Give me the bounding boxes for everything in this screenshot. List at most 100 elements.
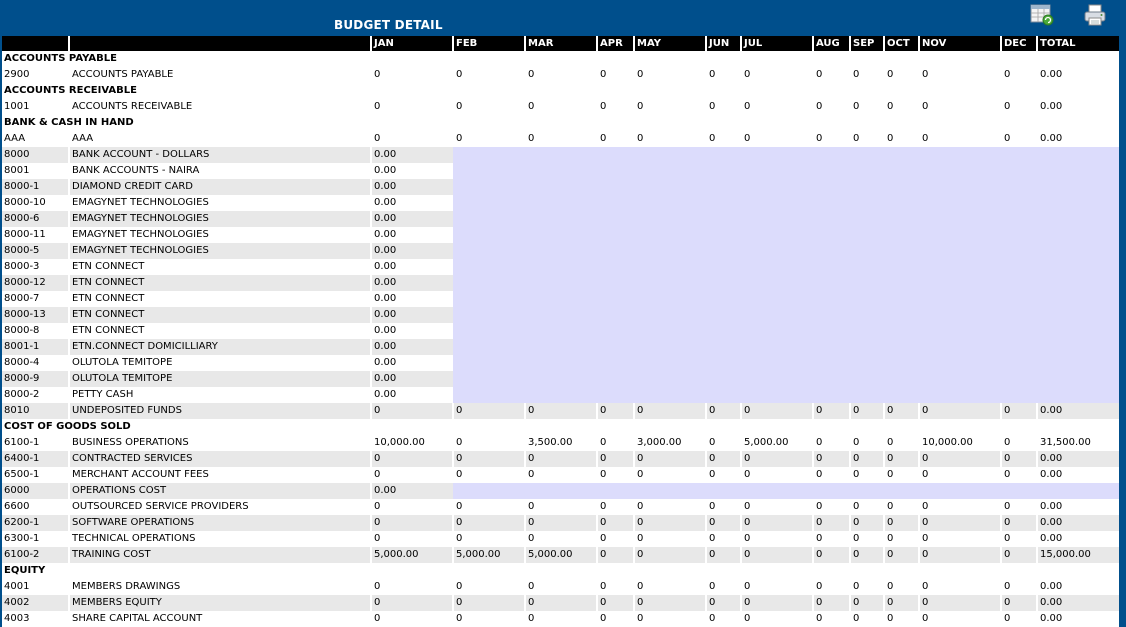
month-value-cell: 0 — [883, 131, 919, 147]
account-code: 6300-1 — [2, 531, 69, 547]
month-value-cell: 0 — [812, 99, 850, 115]
month-value-cell: 0 — [918, 611, 1001, 627]
table-row: 1001 ACCOUNTS RECEIVABLE 0 0 0 0 0 0 0 0 0 0 0 0 0.00 — [2, 99, 1119, 115]
account-name: TECHNICAL OPERATIONS — [68, 531, 371, 547]
account-name: TRAINING COST — [68, 547, 371, 563]
account-code: 2900 — [2, 67, 69, 83]
month-value-cell: 0 — [452, 611, 525, 627]
table-row: 8000-8 ETN CONNECT 0.00 — [2, 323, 1119, 339]
month-value-cell: 0 — [633, 595, 706, 611]
column-header-apr: APR — [596, 36, 634, 51]
month-value-cell: 0 — [918, 99, 1001, 115]
month-value-cell: 0 — [705, 451, 741, 467]
section-label: COST OF GOODS SOLD — [2, 419, 1119, 435]
account-code: 1001 — [2, 99, 69, 115]
empty-fill-cell — [453, 483, 1119, 499]
month-value-cell: 0 — [849, 547, 884, 563]
month-value-cell: 0 — [849, 499, 884, 515]
column-header-account — [68, 36, 371, 51]
month-value-cell: 0 — [370, 403, 453, 419]
month-value-cell: 0 — [918, 531, 1001, 547]
empty-fill-cell — [453, 355, 1119, 371]
month-value-cell: 0 — [705, 67, 741, 83]
column-header-dec: DEC — [1000, 36, 1037, 51]
month-value-cell: 0 — [883, 595, 919, 611]
month-value-cell: 0 — [370, 131, 453, 147]
month-value-cell: 0 — [1000, 611, 1037, 627]
column-header-total: TOTAL — [1036, 36, 1119, 51]
month-value-cell: 0 — [633, 531, 706, 547]
month-value-cell: 0 — [596, 467, 634, 483]
month-value-cell: 0 — [524, 467, 597, 483]
month-value-cell: 0 — [1000, 579, 1037, 595]
total-cell: 0.00 — [370, 483, 453, 499]
month-value-cell: 0 — [370, 515, 453, 531]
month-value-cell: 0 — [633, 131, 706, 147]
table-body: ACCOUNTS PAYABLE 2900 ACCOUNTS PAYABLE 0 0 0 0… — [2, 51, 1119, 627]
table-row: 6500-1 MERCHANT ACCOUNT FEES 0 0 0 0 0 0 0 0 0 0 0 0 0… — [2, 467, 1119, 483]
month-value-cell: 10,000.00 — [370, 435, 453, 451]
month-value-cell: 0 — [883, 99, 919, 115]
table-row: 8000-1 DIAMOND CREDIT CARD 0.00 — [2, 179, 1119, 195]
month-value-cell: 0 — [705, 467, 741, 483]
total-cell: 0.00 — [1036, 67, 1119, 83]
column-header-feb: FEB — [452, 36, 525, 51]
empty-fill-cell — [453, 227, 1119, 243]
table-row: 8000-10 EMAGYNET TECHNOLOGIES 0.00 — [2, 195, 1119, 211]
month-value-cell: 0 — [740, 451, 813, 467]
month-value-cell: 0 — [812, 547, 850, 563]
month-value-cell: 0 — [812, 467, 850, 483]
month-value-cell: 0 — [740, 67, 813, 83]
column-header-code — [2, 36, 69, 51]
month-value-cell: 0 — [452, 99, 525, 115]
month-value-cell: 5,000.00 — [370, 547, 453, 563]
account-name: BANK ACCOUNT - DOLLARS — [68, 147, 371, 163]
month-value-cell: 0 — [705, 531, 741, 547]
month-value-cell: 0 — [1000, 67, 1037, 83]
column-header-sep: SEP — [849, 36, 884, 51]
month-value-cell: 0 — [705, 499, 741, 515]
month-value-cell: 0 — [452, 67, 525, 83]
month-value-cell: 5,000.00 — [740, 435, 813, 451]
empty-fill-cell — [453, 323, 1119, 339]
table-row: 6100-2 TRAINING COST 5,000.00 5,000.00 5,000… — [2, 547, 1119, 563]
month-value-cell: 0 — [1000, 99, 1037, 115]
month-value-cell: 0 — [705, 131, 741, 147]
empty-fill-cell — [453, 371, 1119, 387]
month-value-cell: 0 — [596, 579, 634, 595]
month-value-cell: 0 — [524, 99, 597, 115]
export-excel-icon[interactable] — [1029, 3, 1055, 27]
total-cell: 0.00 — [370, 195, 453, 211]
month-value-cell: 0 — [883, 579, 919, 595]
month-value-cell: 0 — [740, 131, 813, 147]
month-value-cell: 0 — [1000, 451, 1037, 467]
month-value-cell: 0 — [812, 611, 850, 627]
month-value-cell: 3,000.00 — [633, 435, 706, 451]
total-cell: 31,500.00 — [1036, 435, 1119, 451]
total-cell: 15,000.00 — [1036, 547, 1119, 563]
empty-fill-cell — [453, 163, 1119, 179]
table-row: 8000-13 ETN CONNECT 0.00 — [2, 307, 1119, 323]
account-code: 8000-4 — [2, 355, 69, 371]
scrollbar-edge[interactable] — [1120, 0, 1126, 619]
table-row: 6000 OPERATIONS COST 0.00 — [2, 483, 1119, 499]
month-value-cell: 0 — [1000, 499, 1037, 515]
month-value-cell: 0 — [524, 499, 597, 515]
month-value-cell: 0 — [849, 531, 884, 547]
month-value-cell: 0 — [596, 451, 634, 467]
account-code: 8010 — [2, 403, 69, 419]
account-code: 4003 — [2, 611, 69, 627]
month-value-cell: 0 — [596, 435, 634, 451]
account-name: EMAGYNET TECHNOLOGIES — [68, 243, 371, 259]
account-name: ETN CONNECT — [68, 323, 371, 339]
month-value-cell: 0 — [633, 499, 706, 515]
month-value-cell: 0 — [918, 451, 1001, 467]
total-cell: 0.00 — [370, 355, 453, 371]
account-code: 8000-2 — [2, 387, 69, 403]
month-value-cell: 0 — [524, 515, 597, 531]
month-value-cell: 0 — [370, 467, 453, 483]
total-cell: 0.00 — [1036, 579, 1119, 595]
month-value-cell: 0 — [1000, 467, 1037, 483]
print-icon[interactable] — [1082, 3, 1108, 27]
table-row: 6100-1 BUSINESS OPERATIONS 10,000.00 0 3,500… — [2, 435, 1119, 451]
